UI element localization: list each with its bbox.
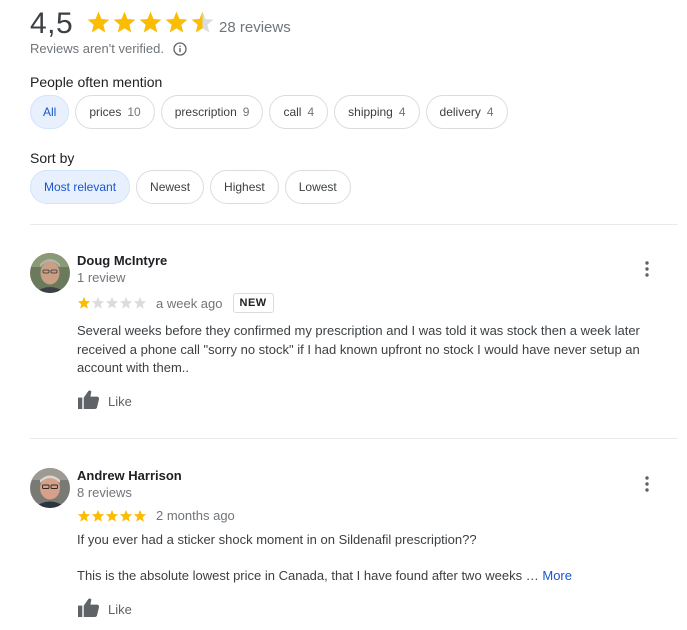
like-label: Like bbox=[108, 601, 132, 617]
star-icon bbox=[105, 509, 119, 522]
reviews-not-verified: Reviews aren't verified. bbox=[30, 41, 187, 56]
sort-option-label: Most relevant bbox=[44, 180, 117, 194]
review-meta: 2 months ago bbox=[77, 508, 235, 523]
chip-count: 10 bbox=[127, 105, 141, 119]
like-button[interactable]: Like bbox=[77, 597, 132, 621]
star-icon bbox=[113, 11, 136, 33]
mentions-label: People often mention bbox=[30, 74, 163, 90]
star-icon bbox=[165, 11, 188, 33]
chip-label: delivery bbox=[439, 105, 481, 119]
star-icon bbox=[191, 11, 214, 33]
chip-all[interactable]: All bbox=[30, 95, 70, 129]
review-text-line-1: If you ever had a sticker shock moment i… bbox=[77, 532, 477, 547]
star-icon bbox=[87, 11, 110, 33]
reviewer-review-count: 8 reviews bbox=[77, 485, 132, 500]
more-options-icon[interactable] bbox=[637, 259, 657, 279]
sort-chips: Most relevant Newest Highest Lowest bbox=[30, 170, 351, 204]
chip-call[interactable]: call 4 bbox=[269, 95, 329, 129]
reviewer-review-count: 1 review bbox=[77, 270, 126, 285]
review-stars bbox=[77, 509, 147, 523]
reviewer-name[interactable]: Doug McIntyre bbox=[77, 253, 167, 268]
review-time: a week ago bbox=[156, 295, 223, 311]
divider bbox=[30, 224, 678, 225]
chip-count: 9 bbox=[242, 105, 250, 119]
avatar[interactable] bbox=[30, 253, 70, 293]
not-verified-text: Reviews aren't verified. bbox=[30, 41, 164, 56]
sort-label: Sort by bbox=[30, 150, 75, 166]
chip-prescription[interactable]: prescription 9 bbox=[160, 95, 264, 129]
star-icon bbox=[133, 509, 147, 522]
review-text-line-2: This is the absolute lowest price in Can… bbox=[77, 567, 667, 586]
like-label: Like bbox=[108, 393, 132, 409]
avatar[interactable] bbox=[30, 468, 70, 508]
star-icon bbox=[77, 509, 91, 522]
chip-label: call bbox=[283, 105, 302, 119]
review-time: 2 months ago bbox=[156, 508, 235, 523]
info-icon[interactable] bbox=[173, 41, 187, 56]
sort-lowest[interactable]: Lowest bbox=[284, 170, 351, 204]
like-button[interactable]: Like bbox=[77, 389, 132, 413]
star-icon bbox=[91, 509, 105, 522]
sort-option-label: Lowest bbox=[298, 180, 337, 194]
chip-label: prices bbox=[89, 105, 122, 119]
rating-stars bbox=[86, 10, 215, 35]
star-icon bbox=[91, 296, 105, 309]
divider bbox=[30, 438, 678, 439]
chip-shipping[interactable]: shipping 4 bbox=[334, 95, 420, 129]
star-icon bbox=[119, 296, 133, 309]
star-icon bbox=[133, 296, 147, 309]
sort-option-label: Highest bbox=[224, 180, 265, 194]
chip-count: 4 bbox=[486, 105, 494, 119]
review-text-truncated: This is the absolute lowest price in Can… bbox=[77, 568, 539, 583]
star-icon bbox=[119, 509, 133, 522]
reviewer-name[interactable]: Andrew Harrison bbox=[77, 468, 182, 483]
sort-most-relevant[interactable]: Most relevant bbox=[30, 170, 131, 204]
review-text: Several weeks before they confirmed my p… bbox=[77, 323, 640, 375]
chip-label: shipping bbox=[348, 105, 393, 119]
new-badge: NEW bbox=[232, 293, 274, 313]
review-count[interactable]: 28 reviews bbox=[219, 19, 291, 36]
chip-prices[interactable]: prices 10 bbox=[75, 95, 155, 129]
sort-option-label: Newest bbox=[150, 180, 191, 194]
review-stars bbox=[77, 296, 147, 310]
mention-chips: All prices 10 prescription 9 call 4 ship… bbox=[30, 95, 508, 129]
sort-highest[interactable]: Highest bbox=[210, 170, 279, 204]
sort-newest[interactable]: Newest bbox=[136, 170, 205, 204]
more-options-icon[interactable] bbox=[637, 474, 657, 494]
chip-delivery[interactable]: delivery 4 bbox=[425, 95, 508, 129]
star-icon bbox=[77, 296, 91, 309]
chip-count: 4 bbox=[307, 105, 315, 119]
thumbs-up-icon bbox=[77, 389, 100, 413]
thumbs-up-icon bbox=[77, 597, 100, 621]
rating-value: 4,5 bbox=[30, 7, 74, 40]
more-link[interactable]: More bbox=[542, 568, 572, 583]
chip-label: All bbox=[43, 105, 57, 119]
star-icon bbox=[105, 296, 119, 309]
chip-label: prescription bbox=[174, 105, 237, 119]
star-icon bbox=[139, 11, 162, 33]
chip-count: 4 bbox=[398, 105, 406, 119]
review-meta: a week ago NEW bbox=[77, 293, 274, 313]
